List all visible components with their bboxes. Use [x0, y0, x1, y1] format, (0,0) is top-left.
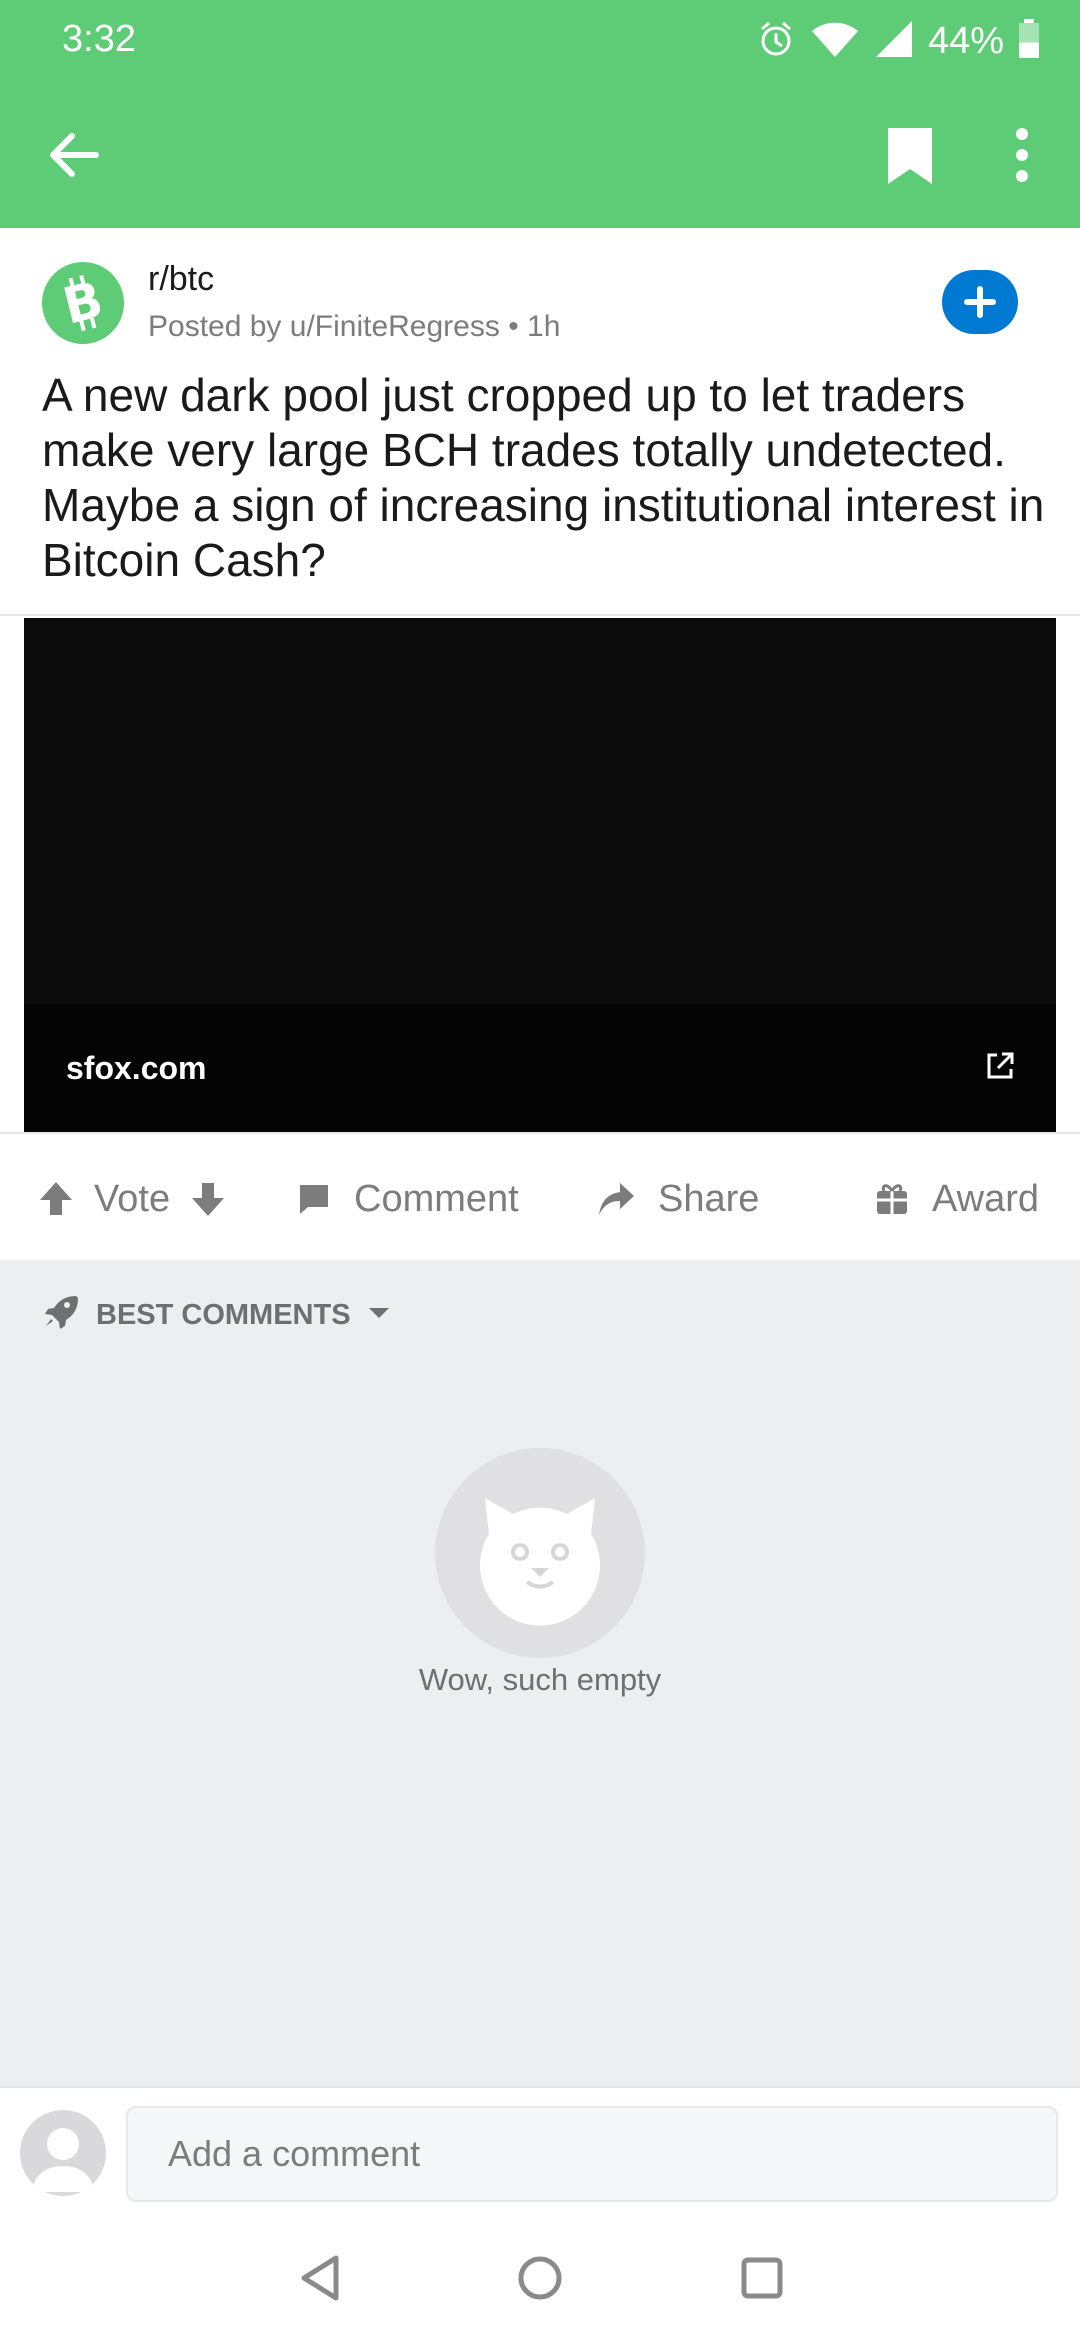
vote-label: Vote	[94, 1177, 171, 1220]
comment-label: Comment	[354, 1177, 519, 1220]
subreddit-name[interactable]: r/btc	[148, 260, 214, 299]
sort-label: BEST COMMENTS	[96, 1298, 351, 1331]
post-meta: Posted by u/FiniteRegress • 1h	[148, 310, 560, 344]
join-button[interactable]	[942, 270, 1018, 334]
comment-icon	[296, 1181, 332, 1217]
comment-sort-dropdown[interactable]: BEST COMMENTS	[42, 1292, 391, 1338]
empty-state-illustration	[435, 1448, 645, 1658]
add-comment-input[interactable]	[126, 2106, 1058, 2202]
battery-percent: 44%	[927, 19, 1004, 62]
nav-home-icon[interactable]	[510, 2248, 570, 2308]
external-link-icon	[984, 1050, 1016, 1082]
caret-down-icon	[367, 1299, 391, 1332]
plus-icon	[964, 286, 996, 318]
post-actions: Vote Comment Share Award	[0, 1138, 1080, 1260]
rocket-icon	[42, 1292, 80, 1338]
top-bar: 3:32 44%	[0, 0, 1080, 228]
bitcoin-cash-icon: B	[57, 270, 108, 336]
link-preview[interactable]: sfox.com	[24, 618, 1056, 1132]
battery-icon	[1018, 18, 1040, 64]
empty-state-text: Wow, such empty	[418, 1662, 662, 1697]
app-bar	[0, 82, 1080, 228]
back-arrow-icon[interactable]	[40, 120, 110, 190]
more-vert-icon[interactable]	[1000, 122, 1044, 188]
comment-button[interactable]: Comment	[296, 1138, 519, 1260]
share-icon	[596, 1179, 636, 1219]
share-button[interactable]: Share	[596, 1138, 759, 1260]
cat-face-icon	[480, 1498, 600, 1626]
link-preview-footer: sfox.com	[24, 1004, 1056, 1132]
vote-group: Vote	[36, 1138, 228, 1260]
comment-bar	[0, 2086, 1080, 2216]
subreddit-avatar[interactable]: B	[42, 262, 124, 344]
post-age: • 1h	[508, 310, 561, 343]
award-gift-icon	[874, 1181, 910, 1217]
post-title: A new dark pool just cropped up to let t…	[42, 369, 1045, 586]
downvote-icon[interactable]	[188, 1179, 228, 1219]
link-preview-container: sfox.com	[0, 614, 1080, 1134]
upvote-icon[interactable]	[36, 1179, 76, 1219]
nav-back-icon[interactable]	[290, 2248, 350, 2308]
status-time: 3:32	[62, 18, 136, 60]
comments-section: BEST COMMENTS Wow, such empty	[0, 1260, 1080, 2086]
user-silhouette-icon	[32, 2128, 94, 2192]
alarm-icon	[756, 19, 796, 64]
nav-recents-icon[interactable]	[732, 2248, 792, 2308]
user-avatar[interactable]	[20, 2110, 106, 2196]
wifi-icon	[810, 19, 860, 64]
bookmark-icon[interactable]	[880, 122, 940, 188]
share-label: Share	[658, 1177, 760, 1220]
status-bar: 3:32 44%	[0, 0, 1080, 82]
cell-signal-icon	[874, 19, 914, 64]
system-nav-bar	[0, 2216, 1080, 2340]
posted-by-label[interactable]: Posted by u/FiniteRegress	[148, 310, 500, 343]
award-button[interactable]: Award	[874, 1138, 1039, 1260]
award-label: Award	[932, 1177, 1040, 1220]
link-domain: sfox.com	[66, 1050, 207, 1086]
status-icons: 44%	[756, 16, 1040, 66]
